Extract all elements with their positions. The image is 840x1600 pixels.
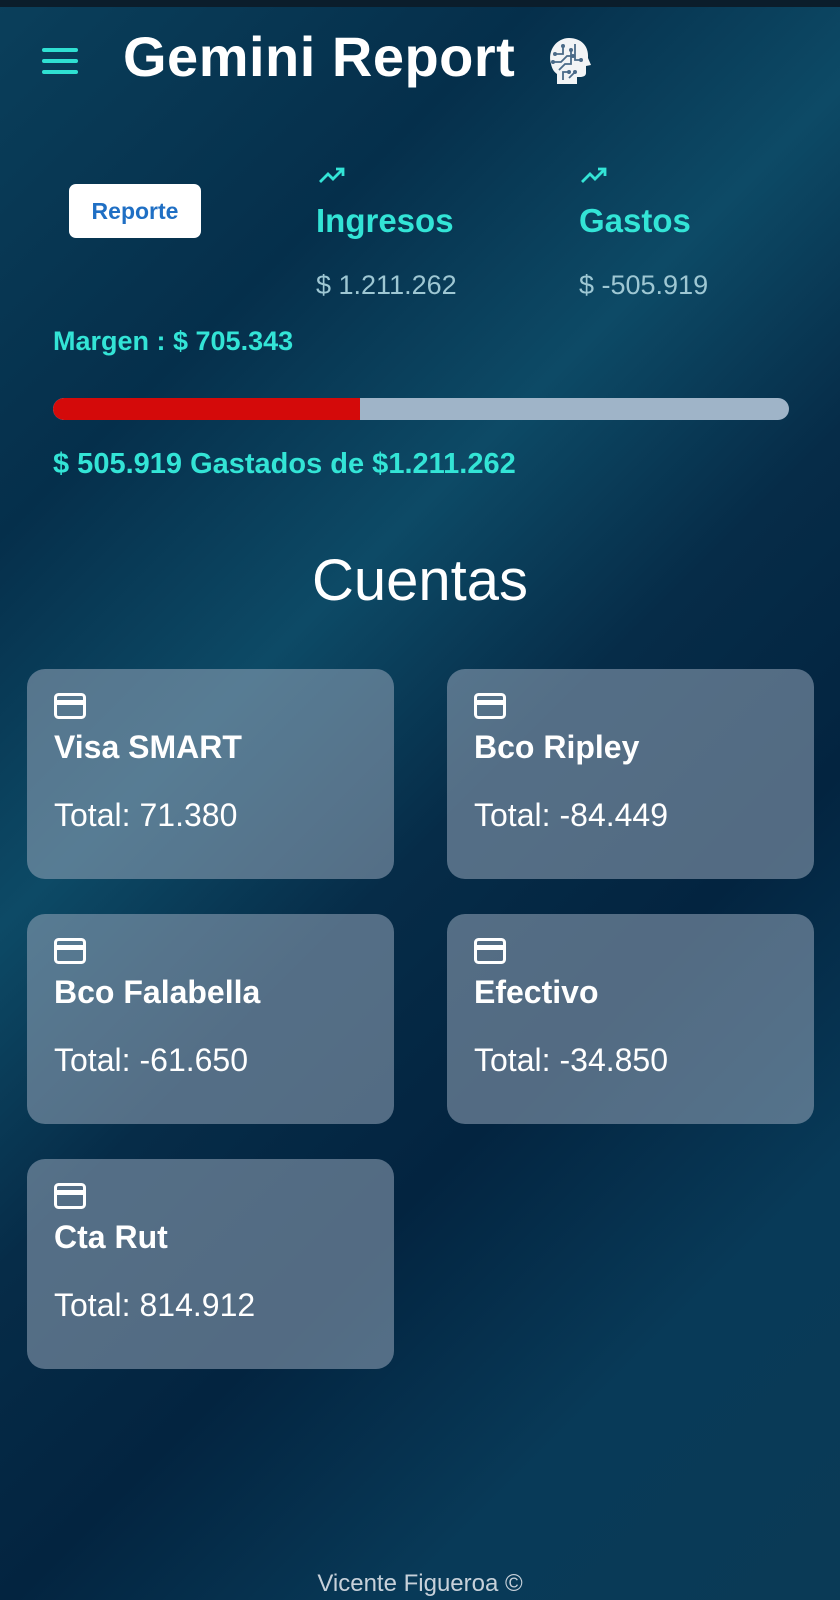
margin-text: Margen : $ 705.343 — [53, 326, 294, 356]
menu-icon-bar — [42, 48, 78, 52]
spending-progress-bar — [53, 398, 789, 420]
expenses-label: Gastos — [579, 202, 691, 239]
menu-icon-bar — [42, 70, 78, 74]
credit-card-icon — [474, 693, 506, 719]
income-label: Ingresos — [316, 202, 454, 239]
spending-progress-fill — [53, 398, 361, 420]
account-card-bco-ripley[interactable]: Bco Ripley Total: -84.449 — [447, 669, 814, 879]
credit-card-icon — [54, 1183, 86, 1209]
account-total-label: Total: — [54, 1042, 131, 1078]
account-total-label: Total: — [54, 797, 131, 833]
expenses-value: $ -505.919 — [579, 270, 709, 300]
account-total-value: -84.449 — [559, 797, 669, 833]
credit-card-icon — [54, 938, 86, 964]
income-value: $ 1.211.262 — [316, 270, 457, 300]
app-title: Gemini Report — [123, 25, 516, 88]
trending-up-icon — [319, 167, 345, 183]
trending-up-icon — [581, 167, 607, 183]
account-total-value: 71.380 — [139, 797, 238, 833]
account-name: Cta Rut — [54, 1219, 168, 1255]
account-total-label: Total: — [474, 1042, 551, 1078]
account-card-visa-smart[interactable]: Visa SMART Total: 71.380 — [27, 669, 394, 879]
account-name: Bco Ripley — [474, 729, 640, 765]
account-total: Total: 71.380 — [54, 797, 237, 834]
account-card-bco-falabella[interactable]: Bco Falabella Total: -61.650 — [27, 914, 394, 1124]
account-total-value: -34.850 — [559, 1042, 669, 1078]
account-total: Total: -61.650 — [54, 1042, 248, 1079]
credit-card-icon — [54, 693, 86, 719]
menu-button[interactable] — [42, 48, 78, 76]
status-bar-strip — [0, 0, 840, 7]
account-total-label: Total: — [474, 797, 551, 833]
account-total-value: -61.650 — [139, 1042, 249, 1078]
footer-credit: Vicente Figueroa © — [317, 1570, 523, 1597]
account-card-cta-rut[interactable]: Cta Rut Total: 814.912 — [27, 1159, 394, 1369]
account-total: Total: -34.850 — [474, 1042, 668, 1079]
menu-icon-bar — [42, 59, 78, 63]
account-total: Total: -84.449 — [474, 797, 668, 834]
account-total-value: 814.912 — [139, 1287, 256, 1323]
report-button[interactable]: Reporte — [69, 184, 201, 238]
account-name: Bco Falabella — [54, 974, 261, 1010]
account-total-label: Total: — [54, 1287, 131, 1323]
credit-card-icon — [474, 938, 506, 964]
account-name: Visa SMART — [54, 729, 242, 765]
spent-summary-text: $ 505.919 Gastados de $1.211.262 — [53, 448, 516, 480]
brain-head-logo-icon — [550, 38, 591, 84]
account-name: Efectivo — [474, 974, 599, 1010]
accounts-section-title: Cuentas — [311, 548, 529, 613]
account-total: Total: 814.912 — [54, 1287, 255, 1324]
account-card-efectivo[interactable]: Efectivo Total: -34.850 — [447, 914, 814, 1124]
